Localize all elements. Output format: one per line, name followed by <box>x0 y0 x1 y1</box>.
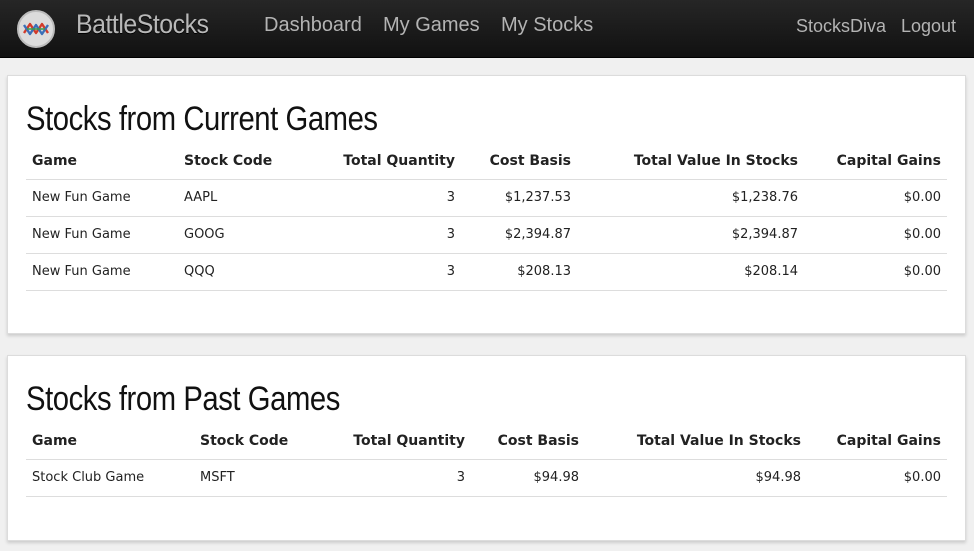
brand-title[interactable]: BattleStocks <box>76 9 209 40</box>
table-header-row: Game Stock Code Total Quantity Cost Basi… <box>26 143 947 180</box>
col-total-value: Total Value In Stocks <box>585 423 807 460</box>
col-total-quantity: Total Quantity <box>288 143 461 180</box>
cell-quantity: 3 <box>288 216 461 254</box>
cell-quantity: 3 <box>304 459 471 497</box>
past-stocks-table: Game Stock Code Total Quantity Cost Basi… <box>26 423 947 497</box>
nav-my-stocks[interactable]: My Stocks <box>501 14 593 37</box>
nav-my-games[interactable]: My Games <box>383 14 480 37</box>
cell-game: New Fun Game <box>26 253 178 291</box>
cell-stock-code: GOOG <box>178 216 288 254</box>
cell-cost-basis: $2,394.87 <box>461 216 577 254</box>
col-capital-gains: Capital Gains <box>804 143 947 180</box>
past-games-title: Stocks from Past Games <box>26 380 340 418</box>
cell-cost-basis: $208.13 <box>461 253 577 291</box>
table-row: Stock Club Game MSFT 3 $94.98 $94.98 $0.… <box>26 459 947 497</box>
col-total-value: Total Value In Stocks <box>577 143 804 180</box>
cell-stock-code: MSFT <box>194 459 304 497</box>
nav-user[interactable]: StocksDiva <box>796 16 886 37</box>
col-game: Game <box>26 423 194 460</box>
cell-quantity: 3 <box>288 179 461 217</box>
cell-quantity: 3 <box>288 253 461 291</box>
cell-cost-basis: $94.98 <box>471 459 585 497</box>
col-stock-code: Stock Code <box>194 423 304 460</box>
col-capital-gains: Capital Gains <box>807 423 947 460</box>
cell-game: New Fun Game <box>26 179 178 217</box>
cell-capital-gains: $0.00 <box>804 253 947 291</box>
cell-total-value: $2,394.87 <box>577 216 804 254</box>
nav-dashboard[interactable]: Dashboard <box>264 14 362 37</box>
col-cost-basis: Cost Basis <box>471 423 585 460</box>
cell-game: New Fun Game <box>26 216 178 254</box>
col-game: Game <box>26 143 178 180</box>
current-stocks-table: Game Stock Code Total Quantity Cost Basi… <box>26 143 947 291</box>
top-navbar: BattleStocks Dashboard My Games My Stock… <box>0 0 974 58</box>
table-row: New Fun Game GOOG 3 $2,394.87 $2,394.87 … <box>26 216 947 254</box>
cell-stock-code: AAPL <box>178 179 288 217</box>
nav-logout[interactable]: Logout <box>901 16 956 37</box>
cell-stock-code: QQQ <box>178 253 288 291</box>
cell-total-value: $1,238.76 <box>577 179 804 217</box>
table-row: New Fun Game QQQ 3 $208.13 $208.14 $0.00 <box>26 253 947 291</box>
cell-total-value: $94.98 <box>585 459 807 497</box>
col-cost-basis: Cost Basis <box>461 143 577 180</box>
past-games-panel: Stocks from Past Games Game Stock Code T… <box>7 355 966 541</box>
cell-capital-gains: $0.00 <box>804 179 947 217</box>
cell-capital-gains: $0.00 <box>807 459 947 497</box>
current-games-title: Stocks from Current Games <box>26 100 378 138</box>
cell-capital-gains: $0.00 <box>804 216 947 254</box>
logo-icon[interactable] <box>17 10 55 48</box>
cell-game: Stock Club Game <box>26 459 194 497</box>
cell-cost-basis: $1,237.53 <box>461 179 577 217</box>
col-stock-code: Stock Code <box>178 143 288 180</box>
cell-total-value: $208.14 <box>577 253 804 291</box>
current-games-panel: Stocks from Current Games Game Stock Cod… <box>7 75 966 334</box>
col-total-quantity: Total Quantity <box>304 423 471 460</box>
table-row: New Fun Game AAPL 3 $1,237.53 $1,238.76 … <box>26 179 947 217</box>
table-header-row: Game Stock Code Total Quantity Cost Basi… <box>26 423 947 460</box>
